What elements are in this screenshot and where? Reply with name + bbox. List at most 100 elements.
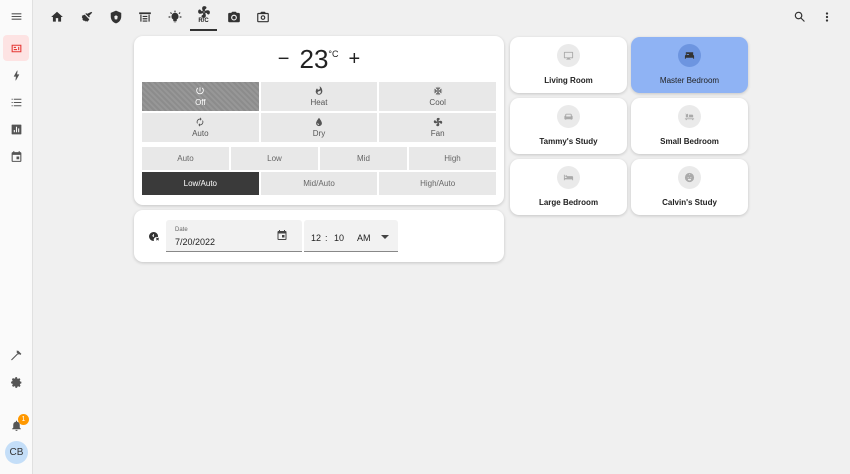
refresh-icon — [196, 117, 204, 127]
mode-auto-button[interactable]: Auto — [142, 113, 259, 142]
more-vert-icon — [825, 12, 829, 22]
sidebar-item-energy[interactable] — [3, 62, 29, 88]
room-icon-wrap — [557, 166, 580, 189]
room-label: Calvin's Study — [662, 198, 717, 207]
temperature-value: 23 — [299, 44, 329, 74]
room-icon-wrap — [557, 105, 580, 128]
temperature-control: − 23 °C + — [134, 44, 504, 74]
room-large-bedroom[interactable]: Large Bedroom — [510, 159, 627, 215]
search-icon — [794, 11, 805, 22]
gate-icon — [138, 11, 151, 22]
sidebar-item-remote[interactable] — [3, 35, 29, 61]
clock-cancel-icon[interactable] — [148, 231, 160, 243]
fan-speed-grid: Auto Low Mid High — [142, 147, 496, 170]
calendar-icon[interactable] — [276, 229, 288, 241]
fan-speed-mid-button[interactable]: Mid — [320, 147, 407, 170]
room-tammys-study[interactable]: Tammy's Study — [510, 98, 627, 154]
tab-camera[interactable] — [220, 2, 247, 31]
room-label: Master Bedroom — [659, 76, 720, 85]
mode-heat-button[interactable]: Heat — [260, 82, 378, 111]
schedule-card: Date 7/20/2022 12 : 10 AM — [134, 210, 504, 262]
room-master-bedroom[interactable]: Master Bedroom — [631, 37, 748, 93]
mode-dry-button[interactable]: Dry — [260, 113, 378, 142]
shield-icon — [110, 10, 121, 23]
sidebar-item-developer-tools[interactable] — [3, 342, 29, 368]
date-field-value: 7/20/2022 — [175, 237, 216, 247]
power-icon — [196, 87, 205, 95]
fan-speed-high-auto-button[interactable]: High/Auto — [379, 172, 496, 195]
fan-speed-auto-button[interactable]: Auto — [142, 147, 229, 170]
tab-security[interactable] — [102, 2, 129, 31]
bed-icon — [684, 52, 695, 59]
time-input[interactable]: 12 : 10 AM — [304, 220, 398, 252]
room-small-bedroom[interactable]: Small Bedroom — [631, 98, 748, 154]
fan-icon — [433, 117, 442, 127]
decrease-temp-button[interactable]: − — [278, 44, 290, 74]
notification-badge: 1 — [18, 414, 29, 425]
hour-input[interactable]: 12 — [311, 233, 321, 243]
avatar[interactable]: CB — [5, 441, 28, 464]
room-icon-wrap — [678, 44, 701, 67]
more-menu-button[interactable] — [817, 7, 837, 27]
ampm-select[interactable]: AM — [357, 233, 371, 243]
sidebar-item-calendar[interactable] — [3, 143, 29, 169]
lightbulb-icon — [168, 10, 181, 22]
bed-outline-icon — [684, 113, 695, 121]
room-living-room[interactable]: Living Room — [510, 37, 627, 93]
tab-home[interactable] — [43, 2, 70, 31]
fan-speed-high-button[interactable]: High — [409, 147, 496, 170]
increase-temp-button[interactable]: + — [349, 44, 361, 74]
sidebar: 1 CB — [0, 0, 33, 474]
minute-input[interactable]: 10 — [334, 233, 344, 243]
fan-speed-low-button[interactable]: Low — [231, 147, 318, 170]
list-icon — [11, 98, 21, 106]
time-separator: : — [325, 233, 328, 243]
tab-lights[interactable] — [161, 2, 188, 31]
hammer-icon — [10, 350, 21, 360]
room-icon-wrap — [557, 44, 580, 67]
tab-ac-label: R/C — [198, 18, 209, 24]
tv-icon — [563, 51, 574, 60]
fan-speed-mid-auto-button[interactable]: Mid/Auto — [260, 172, 378, 195]
sidebar-item-notifications[interactable]: 1 — [3, 412, 29, 438]
mode-label: Cool — [429, 98, 446, 107]
mode-label: Off — [195, 98, 206, 107]
home-icon — [50, 11, 63, 22]
mode-off-button[interactable]: Off — [142, 82, 259, 111]
room-label: Living Room — [544, 76, 593, 85]
broom-icon — [81, 11, 92, 22]
date-input[interactable]: Date 7/20/2022 — [166, 220, 302, 252]
bed-king-icon — [563, 174, 574, 181]
flame-icon — [315, 86, 323, 95]
date-field-label: Date — [175, 227, 188, 233]
mode-label: Dry — [312, 129, 326, 138]
mode-fan-button[interactable]: Fan — [379, 113, 496, 142]
sidebar-item-settings[interactable] — [3, 369, 29, 395]
room-icon-wrap — [678, 105, 701, 128]
chevron-down-icon[interactable] — [381, 235, 389, 239]
menu-icon[interactable] — [3, 3, 29, 29]
tab-gate[interactable] — [131, 2, 158, 31]
temperature-unit: °C — [328, 49, 339, 59]
room-label: Tammy's Study — [539, 137, 598, 146]
mode-label: Fan — [430, 129, 445, 138]
tab-ac[interactable]: R/C — [190, 2, 217, 31]
tab-cleaning[interactable] — [73, 2, 100, 31]
mode-label: Heat — [310, 98, 328, 107]
water-icon — [316, 117, 322, 127]
fan-speed-auto-grid: Low/Auto Mid/Auto High/Auto — [142, 172, 496, 195]
sidebar-item-history[interactable] — [3, 116, 29, 142]
chart-icon — [11, 124, 21, 134]
mode-cool-button[interactable]: Cool — [379, 82, 496, 111]
room-calvins-study[interactable]: Calvin's Study — [631, 159, 748, 215]
baby-face-icon — [684, 172, 695, 183]
sofa-icon — [564, 113, 573, 120]
snowflake-icon — [433, 86, 442, 96]
mode-label: Auto — [192, 129, 209, 138]
fan-speed-low-auto-button[interactable]: Low/Auto — [142, 172, 259, 195]
sidebar-item-logbook[interactable] — [3, 89, 29, 115]
hvac-mode-grid: Off Heat Cool Auto Dry Fan — [142, 82, 496, 142]
camera-alt-icon — [256, 11, 269, 22]
tab-camera-2[interactable] — [249, 2, 276, 31]
search-button[interactable] — [790, 7, 810, 27]
